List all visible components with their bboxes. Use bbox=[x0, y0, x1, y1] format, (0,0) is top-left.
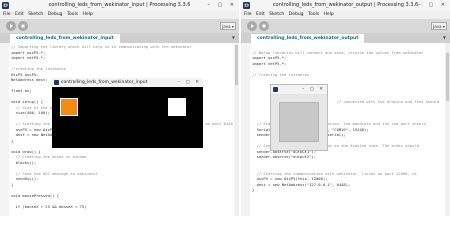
play-icon bbox=[251, 24, 254, 28]
right-window-title: controlling_leds_from_wekinator_output |… bbox=[272, 2, 419, 8]
menu-sketch[interactable]: Sketch bbox=[28, 12, 43, 17]
stop-icon bbox=[21, 24, 25, 28]
line-gutter bbox=[241, 43, 250, 216]
run-button[interactable] bbox=[247, 21, 257, 31]
stop-button[interactable] bbox=[18, 21, 28, 31]
left-toolbar: Java ▾ bbox=[0, 19, 239, 33]
menu-tools[interactable]: Tools bbox=[308, 12, 319, 17]
sketch-input-controls[interactable]: – ▢ ✕ bbox=[178, 78, 201, 87]
mode-selector[interactable]: Java ▾ bbox=[431, 22, 447, 30]
left-tab-bar: controlling_leds_from_wekinator_input ▼ bbox=[0, 33, 239, 43]
vertical-scrollbar[interactable] bbox=[234, 43, 239, 216]
menu-help[interactable]: Help bbox=[324, 12, 334, 17]
processing-app-icon bbox=[2, 2, 9, 9]
menu-file[interactable]: File bbox=[3, 12, 11, 17]
processing-app-icon bbox=[273, 87, 278, 92]
code-line[interactable]: if (mouseX > 25 && mouseX < 75) bbox=[11, 204, 233, 210]
white-box[interactable] bbox=[168, 98, 186, 116]
mode-selector[interactable]: Java ▾ bbox=[220, 22, 236, 30]
menu-debug[interactable]: Debug bbox=[289, 12, 304, 17]
processing-app-icon bbox=[243, 2, 250, 9]
processing-app-icon bbox=[54, 80, 59, 85]
sketch-input-title: controlling_leds_from_wekinator_input bbox=[61, 80, 148, 85]
right-tab-bar: controlling_leds_from_wekinator_output ▼ bbox=[241, 33, 450, 43]
menu-file[interactable]: File bbox=[244, 12, 252, 17]
right-menu-bar: File Edit Sketch Debug Tools Help bbox=[241, 11, 450, 19]
menu-debug[interactable]: Debug bbox=[48, 12, 63, 17]
play-icon bbox=[10, 24, 13, 28]
sketch-output-controls[interactable]: – ▢ ✕ bbox=[302, 85, 325, 94]
orange-box[interactable] bbox=[60, 98, 78, 116]
mode-label: Java bbox=[222, 24, 231, 29]
run-button[interactable] bbox=[6, 21, 16, 31]
right-window-controls[interactable]: – ▢ ✕ bbox=[418, 2, 448, 9]
right-toolbar: Java ▾ bbox=[241, 19, 450, 33]
code-line[interactable]: } bbox=[252, 187, 444, 193]
menu-edit[interactable]: Edit bbox=[256, 12, 265, 17]
sketch-window-output[interactable]: – ▢ ✕ bbox=[270, 84, 328, 151]
tab-sketch-output[interactable]: controlling_leds_from_wekinator_output bbox=[251, 34, 365, 43]
menu-help[interactable]: Help bbox=[83, 12, 93, 17]
left-menu-bar: File Edit Sketch Debug Tools Help bbox=[0, 11, 239, 19]
menu-edit[interactable]: Edit bbox=[15, 12, 24, 17]
left-window-title: controlling_leds_from_wekinator_input | … bbox=[48, 2, 191, 8]
sketch-input-title-bar: controlling_leds_from_wekinator_input – … bbox=[52, 78, 203, 87]
mode-label: Java bbox=[433, 24, 442, 29]
tab-sketch-input[interactable]: controlling_leds_from_wekinator_input bbox=[10, 34, 120, 43]
tab-menu-arrow-icon[interactable]: ▼ bbox=[443, 35, 446, 40]
right-title-bar: controlling_leds_from_wekinator_output |… bbox=[241, 0, 450, 11]
line-gutter bbox=[0, 43, 9, 216]
output-fill-square bbox=[279, 102, 319, 142]
stop-icon bbox=[262, 24, 266, 28]
vertical-scrollbar[interactable] bbox=[445, 43, 450, 216]
menu-sketch[interactable]: Sketch bbox=[269, 12, 284, 17]
stop-button[interactable] bbox=[259, 21, 269, 31]
menu-tools[interactable]: Tools bbox=[67, 12, 78, 17]
left-title-bar: controlling_leds_from_wekinator_input | … bbox=[0, 0, 239, 11]
sketch-window-input[interactable]: controlling_leds_from_wekinator_input – … bbox=[52, 78, 203, 148]
left-window-controls[interactable]: – ▢ ✕ bbox=[207, 2, 237, 9]
sketch-output-title-bar: – ▢ ✕ bbox=[271, 85, 327, 94]
tab-menu-arrow-icon[interactable]: ▼ bbox=[232, 35, 235, 40]
